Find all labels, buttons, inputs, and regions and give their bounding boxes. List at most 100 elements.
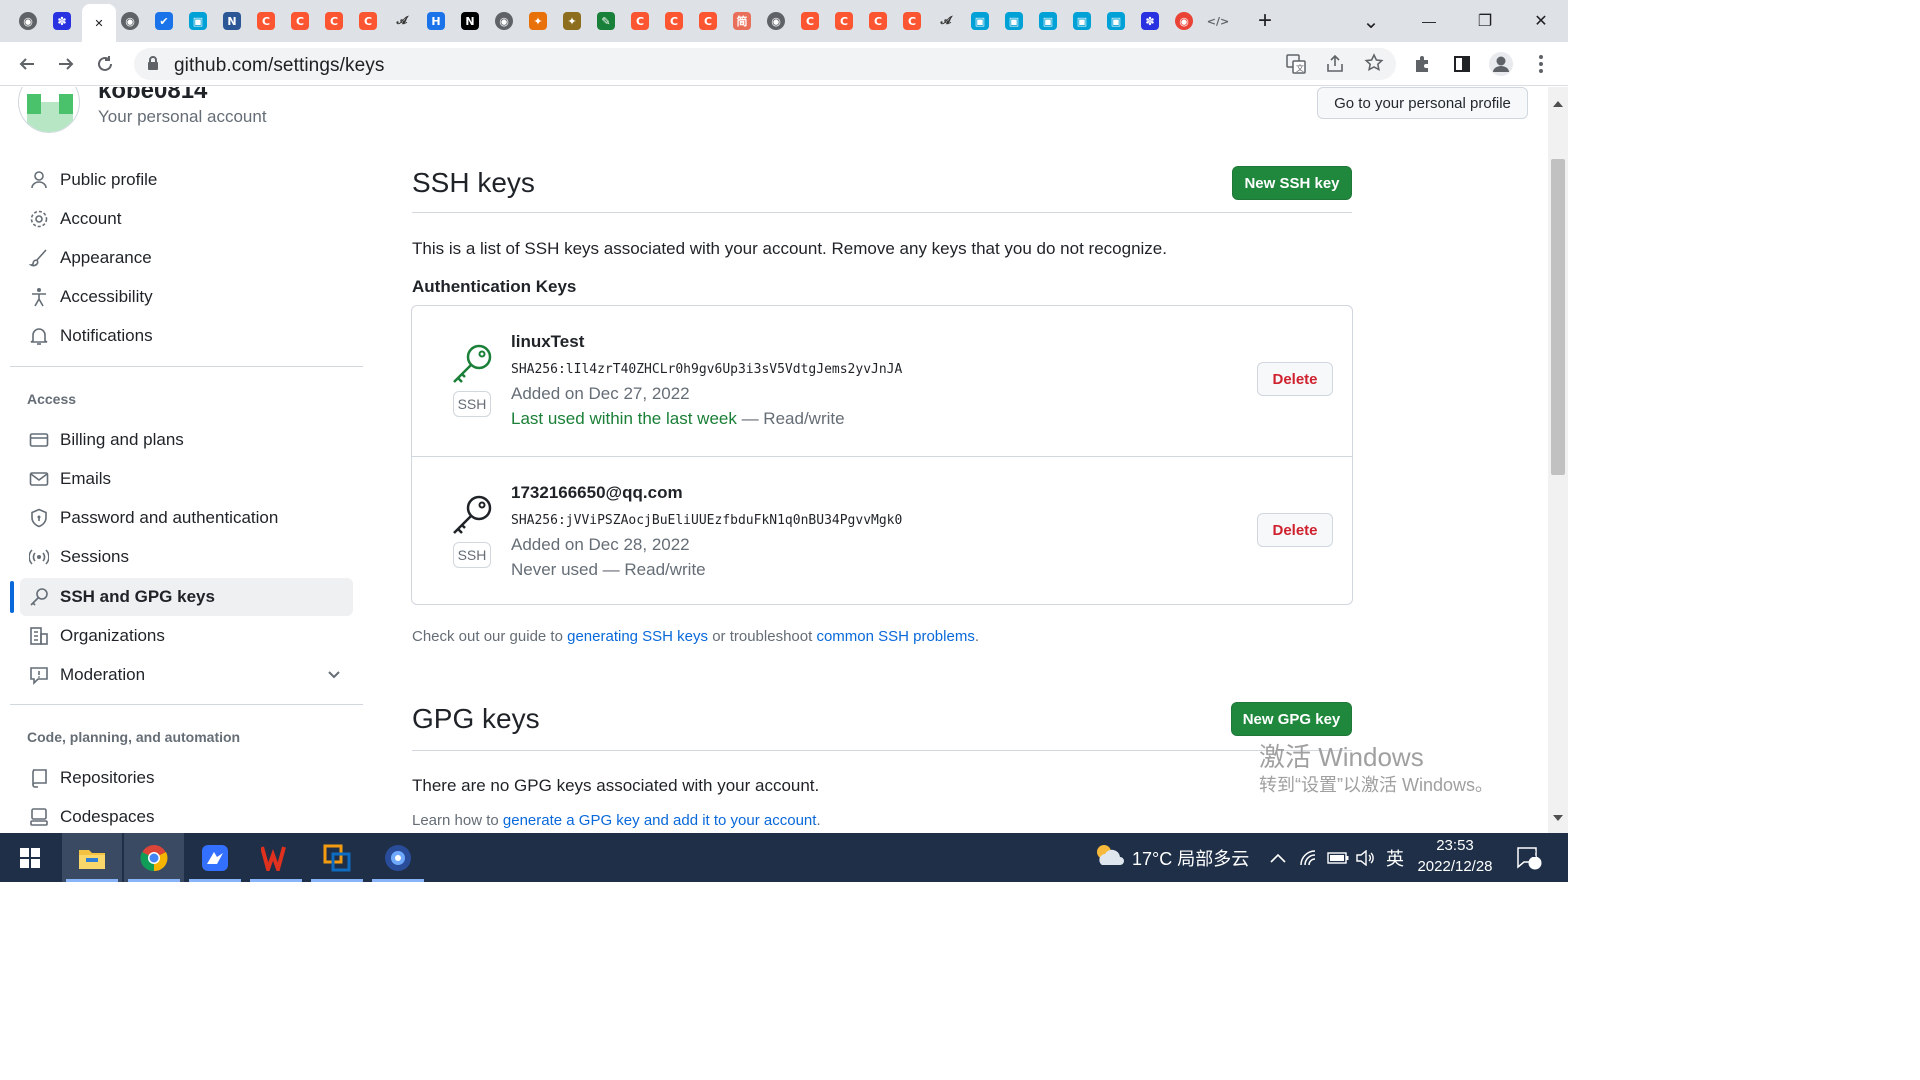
browser-tab[interactable]: C: [286, 7, 314, 35]
sidebar-item-password-authentication[interactable]: Password and authentication: [20, 499, 353, 537]
share-icon[interactable]: [1325, 54, 1345, 79]
browser-tab[interactable]: ✔: [150, 7, 178, 35]
browser-tab[interactable]: ✽: [1136, 7, 1164, 35]
browser-tab[interactable]: H: [422, 7, 450, 35]
browser-tab[interactable]: ✎: [592, 7, 620, 35]
weather-widget[interactable]: 17°C 局部多云: [1094, 833, 1249, 882]
clock[interactable]: 23:53 2022/12/28: [1413, 837, 1497, 875]
baidu-icon: ✽: [53, 12, 71, 30]
sidebar-item-appearance[interactable]: Appearance: [20, 239, 353, 277]
browser-tab[interactable]: N: [456, 7, 484, 35]
sidebar-item-ssh-gpg-keys[interactable]: SSH and GPG keys: [20, 578, 353, 616]
browser-tab[interactable]: ✦: [558, 7, 586, 35]
start-button[interactable]: [0, 833, 60, 882]
action-center-icon[interactable]: 2: [1516, 833, 1542, 882]
scroll-up-icon[interactable]: [1553, 95, 1563, 113]
browser-tab[interactable]: ✕: [82, 4, 116, 42]
sidebar-item-account[interactable]: Account: [20, 200, 353, 238]
browser-tab[interactable]: 𝓐: [932, 7, 960, 35]
browser-tab[interactable]: </>: [1204, 7, 1232, 35]
sidebar-item-moderation[interactable]: Moderation: [20, 656, 353, 694]
ime-indicator[interactable]: 英: [1386, 833, 1404, 882]
browser-tab[interactable]: ▣: [184, 7, 212, 35]
browser-tab[interactable]: ◉: [490, 7, 518, 35]
avatar[interactable]: [18, 87, 80, 133]
url-text[interactable]: github.com/settings/keys: [174, 55, 384, 77]
browser-tab[interactable]: C: [660, 7, 688, 35]
page-scrollbar[interactable]: [1548, 87, 1568, 833]
address-bar[interactable]: github.com/settings/keys 文: [134, 48, 1396, 80]
virtual-machine-icon[interactable]: [307, 833, 367, 882]
sidebar-item-sessions[interactable]: Sessions: [20, 538, 353, 576]
browser-tab[interactable]: ◉: [762, 7, 790, 35]
username[interactable]: kobe0814: [98, 87, 207, 105]
browser-tab[interactable]: C: [320, 7, 348, 35]
browser-tab[interactable]: N: [218, 7, 246, 35]
browser-tab[interactable]: C: [694, 7, 722, 35]
wps-icon[interactable]: [246, 833, 306, 882]
browser-tab[interactable]: 𝓐: [388, 7, 416, 35]
browser-tab[interactable]: ◉: [116, 7, 144, 35]
profile-avatar-icon[interactable]: [1488, 51, 1514, 77]
delete-key-button[interactable]: Delete: [1257, 362, 1333, 396]
sidebar-item-codespaces[interactable]: Codespaces: [20, 798, 353, 833]
sidebar-item-notifications[interactable]: Notifications: [20, 317, 353, 355]
browser-tab[interactable]: ▣: [1000, 7, 1028, 35]
restore-icon[interactable]: ❐: [1472, 8, 1498, 34]
browser-tab[interactable]: C: [252, 7, 280, 35]
sidebar-item-emails[interactable]: Emails: [20, 460, 353, 498]
browser-tab[interactable]: C: [626, 7, 654, 35]
browser-tab[interactable]: ◉: [14, 7, 42, 35]
browser-tab[interactable]: C: [898, 7, 926, 35]
scroll-down-icon[interactable]: [1553, 809, 1563, 827]
scrollbar-thumb[interactable]: [1551, 159, 1565, 475]
minimize-icon[interactable]: —: [1416, 8, 1442, 34]
browser-tab[interactable]: ▣: [1034, 7, 1062, 35]
battery-icon[interactable]: [1327, 833, 1349, 882]
sidebar-item-public-profile[interactable]: Public profile: [20, 161, 353, 199]
forward-icon[interactable]: [53, 51, 79, 77]
sidebar-item-billing[interactable]: Billing and plans: [20, 421, 353, 459]
browser-tab[interactable]: ▣: [1068, 7, 1096, 35]
browser-tab[interactable]: ▣: [1102, 7, 1130, 35]
feishu-icon[interactable]: [185, 833, 245, 882]
sidebar-item-organizations[interactable]: Organizations: [20, 617, 353, 655]
browser-tab[interactable]: C: [864, 7, 892, 35]
new-tab-icon[interactable]: +: [1252, 7, 1278, 34]
chevron-down-icon[interactable]: [327, 667, 341, 687]
go-to-profile-button[interactable]: Go to your personal profile: [1317, 87, 1528, 119]
menu-kebab-icon[interactable]: [1528, 51, 1554, 77]
lock-icon[interactable]: [147, 56, 159, 76]
generating-ssh-keys-link[interactable]: generating SSH keys: [567, 628, 708, 645]
sidebar-item-accessibility[interactable]: Accessibility: [20, 278, 353, 316]
volume-icon[interactable]: [1356, 833, 1376, 882]
show-hidden-icons-icon[interactable]: [1270, 833, 1286, 882]
delete-key-button[interactable]: Delete: [1257, 513, 1333, 547]
window-close-icon[interactable]: ✕: [1528, 8, 1554, 34]
browser-tab[interactable]: C: [354, 7, 382, 35]
common-ssh-problems-link[interactable]: common SSH problems: [816, 628, 974, 645]
back-icon[interactable]: [14, 51, 40, 77]
browser-tab[interactable]: C: [796, 7, 824, 35]
side-panel-icon[interactable]: [1449, 51, 1475, 77]
browser-tab[interactable]: C: [830, 7, 858, 35]
app-globe-icon[interactable]: [368, 833, 428, 882]
close-icon[interactable]: ✕: [90, 14, 108, 32]
sidebar-item-repositories[interactable]: Repositories: [20, 759, 353, 797]
new-ssh-key-button[interactable]: New SSH key: [1232, 166, 1352, 200]
generate-gpg-key-link[interactable]: generate a GPG key and add it to your ac…: [503, 812, 817, 829]
browser-tab[interactable]: ✽: [48, 7, 76, 35]
browser-tab[interactable]: ◉: [1170, 7, 1198, 35]
browser-tab[interactable]: ▣: [966, 7, 994, 35]
translate-icon[interactable]: 文: [1286, 54, 1306, 79]
browser-tab[interactable]: 简: [728, 7, 756, 35]
extensions-icon[interactable]: [1410, 51, 1436, 77]
new-gpg-key-button[interactable]: New GPG key: [1231, 702, 1352, 736]
wifi-icon[interactable]: [1299, 833, 1319, 882]
reload-icon[interactable]: [92, 51, 118, 77]
file-explorer-icon[interactable]: [62, 833, 122, 882]
bookmark-star-icon[interactable]: [1364, 53, 1384, 78]
tab-search-chevron-icon[interactable]: ⌄: [1358, 8, 1384, 34]
chrome-taskbar-icon[interactable]: [124, 833, 184, 882]
browser-tab[interactable]: ✦: [524, 7, 552, 35]
